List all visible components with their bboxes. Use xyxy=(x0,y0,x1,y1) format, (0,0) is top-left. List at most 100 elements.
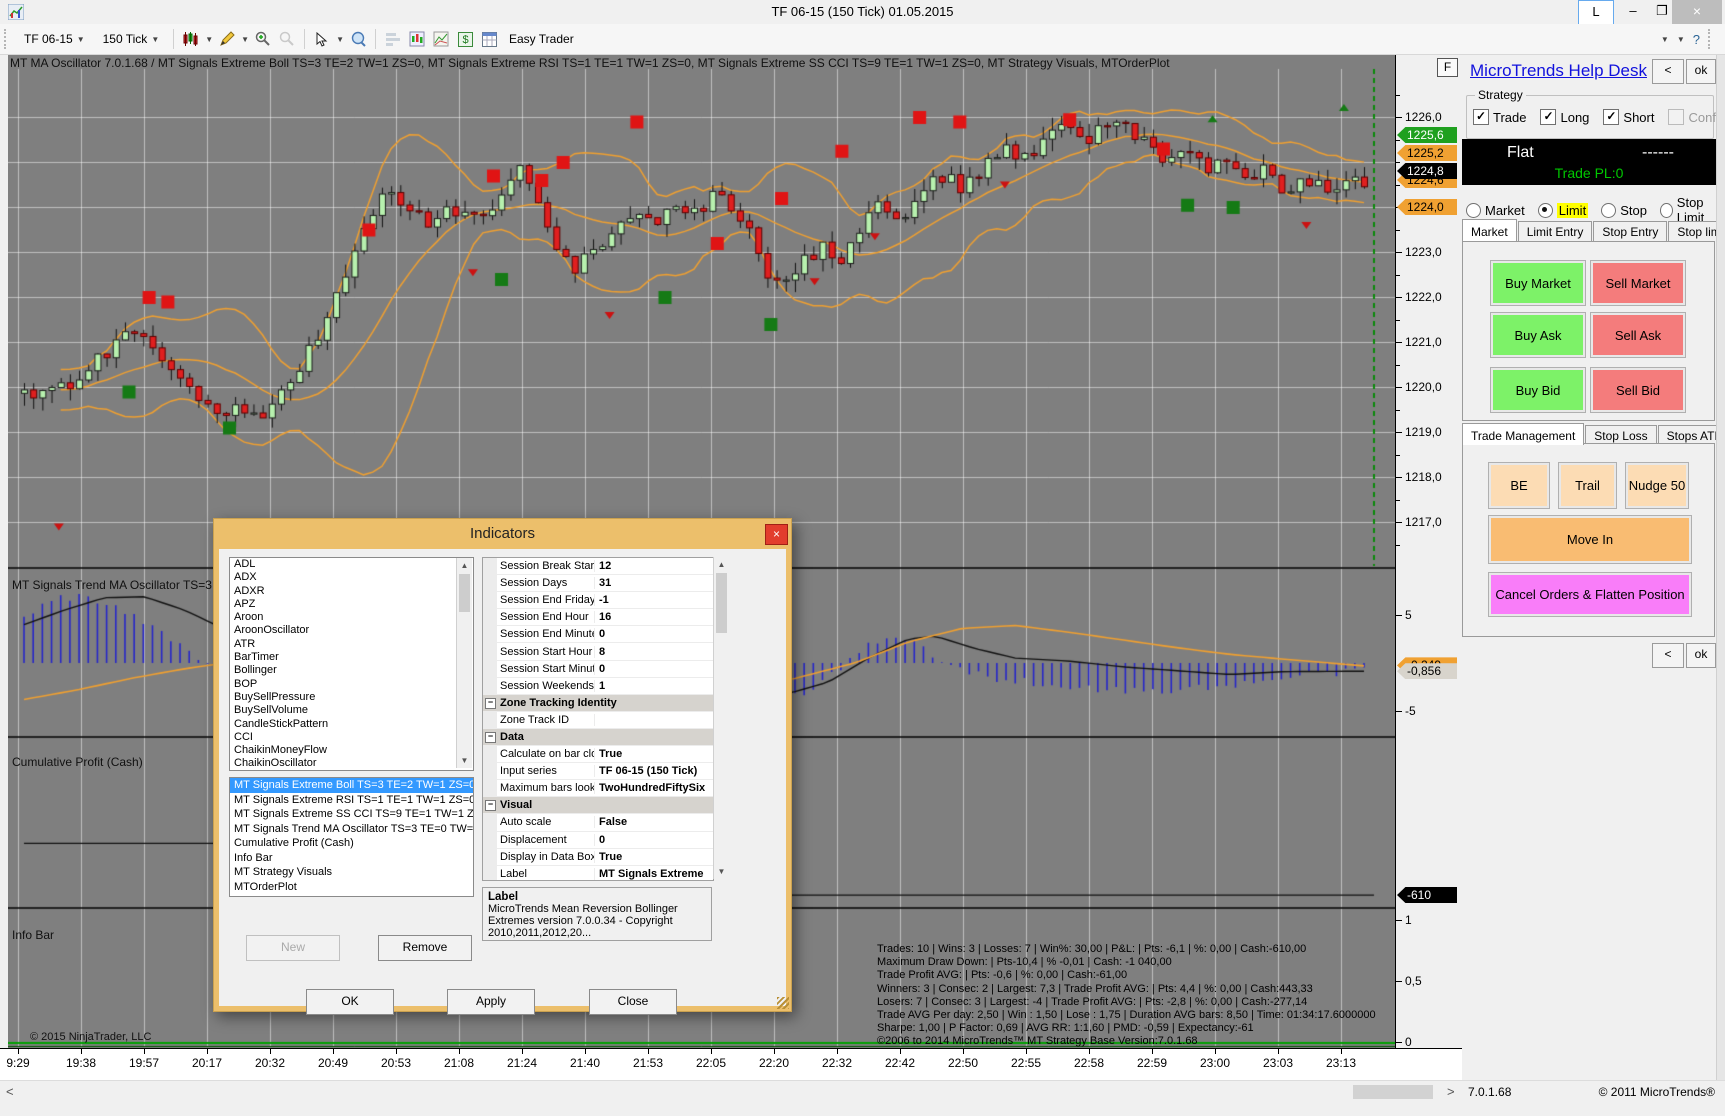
scroll-up-icon[interactable]: ▲ xyxy=(714,557,729,572)
drawing-tools-icon[interactable] xyxy=(217,29,237,49)
button-buy-bid[interactable]: Buy Bid xyxy=(1490,367,1586,413)
property-row[interactable]: Session Break Start12 xyxy=(483,558,713,575)
zoom-out-icon[interactable] xyxy=(277,29,297,49)
scrollbar-thumb[interactable] xyxy=(1353,1085,1433,1099)
collapse-button[interactable]: < xyxy=(1652,59,1684,84)
list-item[interactable]: CandleStickPattern xyxy=(230,718,473,731)
scroll-up-icon[interactable]: ▲ xyxy=(457,558,472,573)
property-row[interactable]: Session End Hour16 xyxy=(483,609,713,626)
list-item[interactable]: MTOrderPlot xyxy=(230,880,473,895)
list-item[interactable]: MT Signals Extreme Boll TS=3 TE=2 TW=1 Z… xyxy=(230,778,473,793)
radio-circle[interactable] xyxy=(1601,203,1616,218)
checkbox-box[interactable] xyxy=(1668,109,1684,125)
list-item[interactable]: MT Strategy Visuals xyxy=(230,865,473,880)
cursor-icon[interactable] xyxy=(312,29,332,49)
account-icon[interactable]: $ xyxy=(455,29,475,49)
list-item[interactable]: MT Signals Trend MA Oscillator TS=3 TE=0… xyxy=(230,822,473,837)
toolbar-grip[interactable] xyxy=(4,29,10,49)
tab-limit-entry[interactable]: Limit Entry xyxy=(1518,221,1593,241)
ok-button[interactable]: OK xyxy=(306,989,394,1015)
property-group-row[interactable]: −Visual xyxy=(483,797,713,814)
scroll-left-icon[interactable]: < xyxy=(6,1084,14,1099)
checkbox-short[interactable]: ✓Short xyxy=(1603,109,1654,125)
resize-grip[interactable] xyxy=(777,997,789,1009)
property-grid[interactable]: Session Break Start12Session Days31Sessi… xyxy=(482,557,714,881)
new-button[interactable]: New xyxy=(246,935,340,961)
list-item[interactable]: BarTimer xyxy=(230,651,473,664)
property-row[interactable]: Displacement0 xyxy=(483,832,713,849)
checkbox-box[interactable]: ✓ xyxy=(1540,109,1556,125)
property-row[interactable]: Session End Friday-1 xyxy=(483,592,713,609)
list-item[interactable]: Bollinger xyxy=(230,664,473,677)
list-item[interactable]: MT Signals Extreme SS CCI TS=9 TE=1 TW=1… xyxy=(230,807,473,822)
chevron-down-icon[interactable]: ▼ xyxy=(336,35,344,44)
tab-market[interactable]: Market xyxy=(1462,219,1517,241)
property-row[interactable]: Auto scaleFalse xyxy=(483,814,713,831)
property-value[interactable]: MT Signals Extreme xyxy=(595,868,713,880)
button-sell-ask[interactable]: Sell Ask xyxy=(1590,312,1686,358)
property-row[interactable]: Maximum bars look lTwoHundredFiftySix xyxy=(483,780,713,797)
list-item[interactable]: AroonOscillator xyxy=(230,624,473,637)
property-row[interactable]: Session Start Minute0 xyxy=(483,661,713,678)
remove-button[interactable]: Remove xyxy=(378,935,472,961)
dialog-close-icon[interactable]: × xyxy=(765,524,788,545)
list-item[interactable]: ADXR xyxy=(230,585,473,598)
property-value[interactable]: 31 xyxy=(595,577,713,589)
indicators-dialog[interactable]: Indicators × ADLADXADXRAPZAroonAroonOsci… xyxy=(213,518,792,1012)
fixed-scale-button[interactable]: F xyxy=(1437,58,1458,77)
property-group-row[interactable]: −Zone Tracking Identity xyxy=(483,695,713,712)
tab-stops-atm[interactable]: Stops ATM xyxy=(1658,425,1725,445)
list-item[interactable]: BuySellPressure xyxy=(230,691,473,704)
close-button[interactable]: × xyxy=(1672,0,1722,24)
radio-circle[interactable] xyxy=(1660,203,1673,218)
property-value[interactable]: 0 xyxy=(595,663,713,675)
toolbar-grip[interactable] xyxy=(1708,29,1714,49)
grid-view-icon[interactable] xyxy=(479,29,499,49)
maximize-button[interactable]: ❐ xyxy=(1650,0,1674,24)
checkbox-trade[interactable]: ✓Trade xyxy=(1473,109,1526,125)
instrument-selector[interactable]: TF 06-15▼ xyxy=(17,29,92,49)
property-row[interactable]: Calculate on bar closTrue xyxy=(483,746,713,763)
data-box-icon[interactable] xyxy=(348,29,368,49)
property-value[interactable]: False xyxy=(595,816,713,828)
property-value[interactable]: 0 xyxy=(595,834,713,846)
button-trail[interactable]: Trail xyxy=(1558,462,1617,509)
property-value[interactable]: -1 xyxy=(595,594,713,606)
button-sell-market[interactable]: Sell Market xyxy=(1590,260,1686,306)
property-row[interactable]: Display in Data BoxTrue xyxy=(483,849,713,866)
property-row[interactable]: Zone Track ID xyxy=(483,712,713,729)
property-value[interactable]: TwoHundredFiftySix xyxy=(595,782,713,794)
button-sell-bid[interactable]: Sell Bid xyxy=(1590,367,1686,413)
property-value[interactable]: 12 xyxy=(595,560,713,572)
collapse-icon[interactable]: − xyxy=(485,698,496,709)
property-row[interactable]: Session Days31 xyxy=(483,575,713,592)
toolbar-overflow-icon[interactable]: ▼ xyxy=(1661,35,1669,44)
property-row[interactable]: Session End Minute0 xyxy=(483,626,713,643)
property-value[interactable]: 1 xyxy=(595,680,713,692)
helpdesk-link[interactable]: MicroTrends Help Desk xyxy=(1470,61,1647,81)
list-item[interactable]: APZ xyxy=(230,598,473,611)
apply-button[interactable]: Apply xyxy=(447,989,535,1015)
list-item[interactable]: MT Signals Extreme RSI TS=1 TE=1 TW=1 ZS… xyxy=(230,793,473,808)
button-buy-ask[interactable]: Buy Ask xyxy=(1490,312,1586,358)
list-item[interactable]: Cumulative Profit (Cash) xyxy=(230,836,473,851)
horizontal-grid-icon[interactable] xyxy=(383,29,403,49)
list-item[interactable]: ChaikinOscillator xyxy=(230,757,473,770)
scroll-right-icon[interactable]: > xyxy=(1447,1084,1455,1099)
property-value[interactable]: 0 xyxy=(595,628,713,640)
property-row[interactable]: LabelMT Signals Extreme xyxy=(483,866,713,881)
zoom-in-icon[interactable] xyxy=(253,29,273,49)
property-value[interactable]: TF 06-15 (150 Tick) xyxy=(595,765,713,777)
list-item[interactable]: BOP xyxy=(230,678,473,691)
chart-style-icon[interactable] xyxy=(181,29,201,49)
grid-scrollbar[interactable]: ▲ ▼ xyxy=(713,557,729,879)
market-analyzer-icon[interactable] xyxy=(431,29,451,49)
button-be[interactable]: BE xyxy=(1488,462,1550,509)
button-buy-market[interactable]: Buy Market xyxy=(1490,260,1586,306)
button-cancel-orders-flatten-position[interactable]: Cancel Orders & Flatten Position xyxy=(1488,572,1692,617)
list-item[interactable]: Aroon xyxy=(230,611,473,624)
scroll-down-icon[interactable]: ▼ xyxy=(714,864,729,879)
price-axis[interactable]: F 1226,01223,01222,01221,01220,01219,012… xyxy=(1395,55,1463,1048)
property-group-row[interactable]: −Data xyxy=(483,729,713,746)
list-item[interactable]: ADL xyxy=(230,558,473,571)
